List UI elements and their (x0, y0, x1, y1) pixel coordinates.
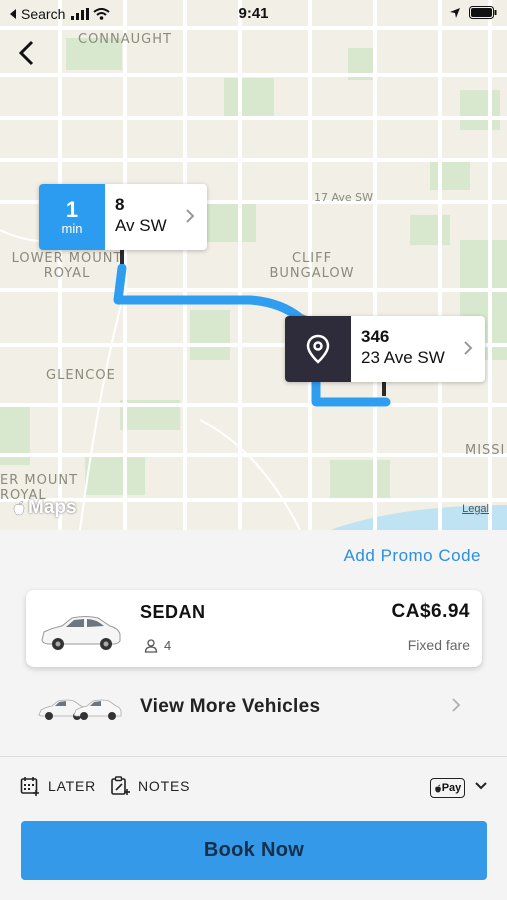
schedule-later-button[interactable]: LATER (20, 776, 96, 796)
vehicle-card-sedan[interactable]: SEDAN 4 CA$6.94 Fixed fare (26, 590, 482, 667)
status-bar: Search 9:41 (0, 0, 507, 28)
apple-logo-icon (434, 784, 441, 792)
view-more-vehicles-label: View More Vehicles (140, 696, 321, 717)
apple-pay-badge[interactable]: Pay (430, 778, 465, 798)
pickup-address: 8 Av SW (115, 195, 167, 235)
location-arrow-icon (450, 7, 460, 18)
map-label: LOWER MOUNT ROYAL (11, 251, 123, 281)
pickup-callout[interactable]: 1 min 8 Av SW (39, 184, 207, 250)
chevron-right-icon (463, 336, 473, 362)
apple-logo-icon (13, 500, 25, 516)
vehicle-name: SEDAN (140, 602, 206, 622)
chevron-left-icon (18, 40, 34, 66)
eta-unit: min (61, 220, 83, 236)
dropoff-address: 346 23 Ave SW (361, 327, 445, 367)
dropoff-callout[interactable]: 346 23 Ave SW (285, 316, 485, 382)
vehicle-price: CA$6.94 (391, 601, 470, 622)
calendar-add-icon (20, 777, 39, 796)
seat-capacity: 4 (144, 638, 171, 653)
dropoff-pin (382, 382, 386, 396)
add-promo-code-link[interactable]: Add Promo Code (344, 546, 481, 566)
sedan-car-icon (41, 616, 121, 650)
legal-link[interactable]: Legal (462, 503, 489, 515)
map-view[interactable]: CONNAUGHT 17 Ave SW LOWER MOUNT ROYAL CL… (0, 0, 507, 530)
back-button[interactable] (12, 36, 40, 70)
divider (0, 756, 507, 757)
eta-badge: 1 min (39, 184, 105, 250)
map-label: MISSI (465, 443, 506, 458)
status-time: 9:41 (238, 5, 269, 22)
book-now-button[interactable]: Book Now (21, 821, 487, 880)
map-label: GLENCOE (46, 368, 116, 383)
booking-options: LATER NOTES Pay (0, 766, 507, 806)
chevron-right-icon (451, 696, 461, 719)
multiple-cars-icon (38, 699, 122, 720)
battery-icon (469, 6, 497, 19)
fare-type: Fixed fare (407, 637, 470, 653)
map-label: 17 Ave SW (314, 191, 374, 204)
maps-logo: Maps (12, 497, 77, 519)
pickup-pin (120, 250, 124, 264)
map-label: CONNAUGHT (78, 32, 172, 47)
eta-value: 1 (65, 196, 79, 222)
booking-sheet: Add Promo Code SEDAN 4 CA$6.94 Fixed far… (0, 530, 507, 900)
payment-dropdown-chevron-icon[interactable] (474, 778, 488, 796)
add-notes-button[interactable]: NOTES (110, 776, 190, 796)
person-icon (144, 638, 158, 653)
chevron-right-icon (185, 204, 195, 230)
notes-icon (111, 776, 130, 795)
location-pin-icon (285, 316, 351, 382)
map-label: CLIFF BUNGALOW (269, 251, 355, 281)
view-more-vehicles-button[interactable]: View More Vehicles (0, 680, 507, 736)
